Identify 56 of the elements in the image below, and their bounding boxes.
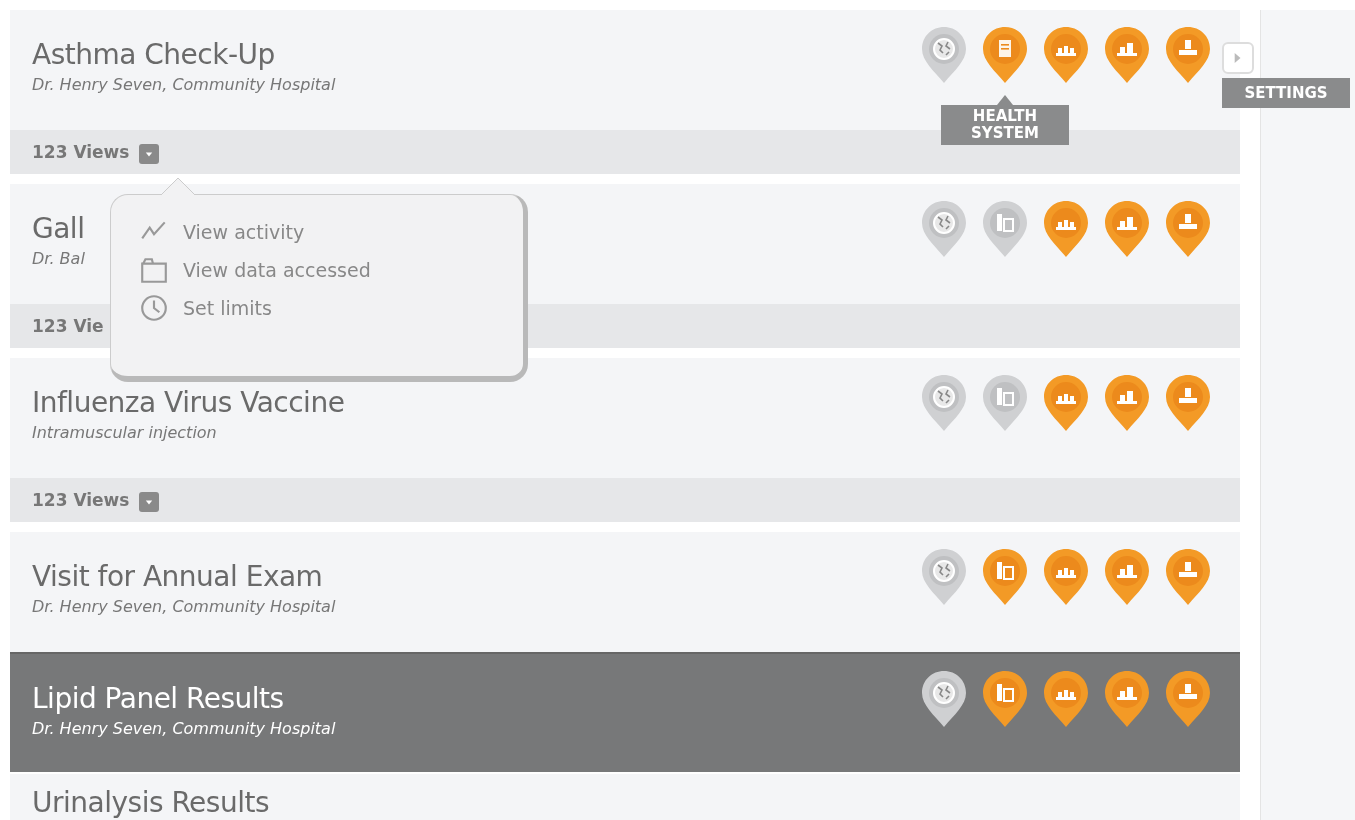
menu-item[interactable]: View data accessed: [139, 255, 523, 285]
views-count: 123 Vie: [32, 316, 104, 336]
record-title: Influenza Virus Vaccine: [32, 386, 345, 419]
chevron-right-icon: [1233, 51, 1243, 65]
globe-pin-icon[interactable]: [920, 669, 968, 729]
dropdown-button[interactable]: [139, 144, 160, 164]
team-pin-icon[interactable]: [1103, 669, 1151, 729]
folder-icon: [139, 255, 169, 285]
document-pin-icon[interactable]: [981, 25, 1029, 85]
group-pin-icon[interactable]: [1042, 199, 1090, 259]
record-title: Visit for Annual Exam: [32, 560, 324, 593]
group-pin-icon[interactable]: [1042, 373, 1090, 433]
record-card[interactable]: Influenza Virus Vaccine Intramuscular injection: [10, 358, 1240, 478]
record-card[interactable]: Visit for Annual Exam Dr. Henry Seven, Community Hospital: [10, 532, 1240, 652]
building-pin-icon[interactable]: [981, 547, 1029, 607]
globe-pin-icon[interactable]: [920, 547, 968, 607]
person-pin-icon[interactable]: [1164, 25, 1212, 85]
person-pin-icon[interactable]: [1164, 669, 1212, 729]
group-pin-icon[interactable]: [1042, 547, 1090, 607]
team-pin-icon[interactable]: [1103, 199, 1151, 259]
person-pin-icon[interactable]: [1164, 373, 1212, 433]
record-card[interactable]: Urinalysis Results: [10, 774, 1240, 820]
record-title: Urinalysis Results: [32, 786, 269, 819]
record-card[interactable]: Lipid Panel Results Dr. Henry Seven, Community Hospital: [10, 652, 1240, 772]
tooltip: HEALTH SYSTEM: [941, 105, 1069, 145]
clock-icon: [139, 293, 169, 323]
person-pin-icon[interactable]: [1164, 199, 1212, 259]
group-pin-icon[interactable]: [1042, 669, 1090, 729]
tooltip: SETTINGS: [1222, 78, 1350, 108]
building-pin-icon[interactable]: [981, 373, 1029, 433]
settings-button[interactable]: [1222, 42, 1254, 74]
building-pin-icon[interactable]: [981, 199, 1029, 259]
record-subtitle: Dr. Henry Seven, Community Hospital: [32, 719, 336, 738]
globe-pin-icon[interactable]: [920, 199, 968, 259]
caret-icon: [145, 150, 154, 158]
person-pin-icon[interactable]: [1164, 547, 1212, 607]
record-subtitle: Dr. Henry Seven, Community Hospital: [32, 597, 336, 616]
record-subtitle: Intramuscular injection: [32, 423, 218, 442]
views-count: 123 Views: [32, 142, 130, 162]
record-subtitle: Dr. Bal: [32, 249, 85, 268]
globe-pin-icon[interactable]: [920, 25, 968, 85]
team-pin-icon[interactable]: [1103, 547, 1151, 607]
caret-icon: [145, 498, 154, 506]
building-pin-icon[interactable]: [981, 669, 1029, 729]
menu-item[interactable]: View activity: [139, 217, 523, 247]
record-title: Gall: [32, 212, 85, 245]
group-pin-icon[interactable]: [1042, 25, 1090, 85]
views-count: 123 Views: [32, 490, 130, 510]
record-subtitle: Dr. Henry Seven, Community Hospital: [32, 75, 336, 94]
tooltip-pointer: [997, 95, 1013, 105]
team-pin-icon[interactable]: [1103, 25, 1151, 85]
record-title: Lipid Panel Results: [32, 682, 285, 715]
globe-pin-icon[interactable]: [920, 373, 968, 433]
record-title: Asthma Check-Up: [32, 38, 276, 71]
team-pin-icon[interactable]: [1103, 373, 1151, 433]
dropdown-button[interactable]: [139, 492, 160, 512]
